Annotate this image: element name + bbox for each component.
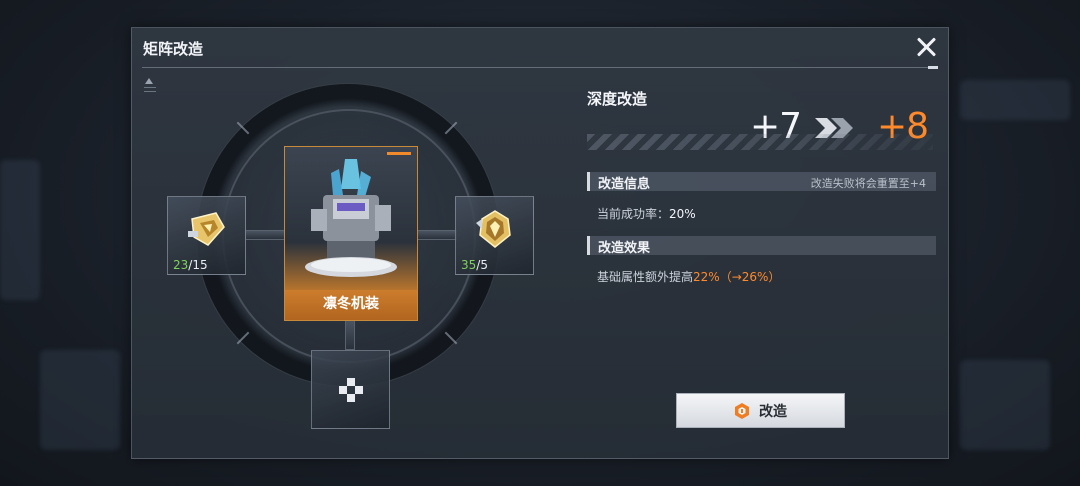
divider-tick: [928, 66, 938, 69]
upgrade-section-title: 深度改造: [587, 90, 648, 108]
target-name: 凛冬机装: [323, 296, 379, 312]
effect-section-header: 改造效果: [587, 236, 936, 256]
connector-bottom: [345, 320, 355, 350]
upgrade-button[interactable]: 改造: [676, 393, 845, 428]
gold-chip-icon: [188, 212, 225, 246]
info-section-header: 改造信息 改造失败将会重置至+4: [587, 172, 936, 192]
effect-header-label: 改造效果: [598, 241, 651, 256]
material-slot-left[interactable]: 23/15: [167, 196, 246, 275]
upgrade-button-label: 改造: [759, 404, 787, 420]
gold-crest-icon: [476, 210, 511, 248]
material-slot-right[interactable]: 35/5: [455, 196, 534, 275]
effect-line: 基础属性额外提高22%（→26%）: [597, 270, 781, 284]
effect-value: 22%: [693, 270, 720, 284]
material-count: 35/5: [461, 258, 488, 272]
material-count: 23/15: [173, 258, 208, 272]
effect-next-value: （→26%）: [719, 270, 781, 284]
stripe-divider: [587, 134, 933, 150]
success-rate-line: 当前成功率：20%: [597, 207, 696, 221]
title-divider: [142, 67, 938, 68]
close-button[interactable]: [913, 34, 939, 60]
add-slot[interactable]: [311, 350, 390, 429]
dialog-title: 矩阵改造: [143, 40, 204, 58]
connector-left: [245, 230, 285, 240]
dpad-icon: [339, 378, 363, 402]
scroll-indicator-icon: [144, 78, 158, 98]
winter-mech-icon: [305, 159, 397, 277]
connector-right: [417, 230, 457, 240]
hexagon-wrench-icon: [735, 403, 749, 419]
matrix-upgrade-dialog: 矩阵改造 23/15 35/5 凛冬机装 深度改造 +7 +8 改造信息 改造失…: [131, 27, 949, 459]
target-card[interactable]: 凛冬机装: [284, 146, 418, 321]
failure-note: 改造失败将会重置至+4: [810, 177, 926, 190]
info-header-label: 改造信息: [598, 177, 651, 192]
success-rate-value: 20%: [669, 207, 696, 221]
